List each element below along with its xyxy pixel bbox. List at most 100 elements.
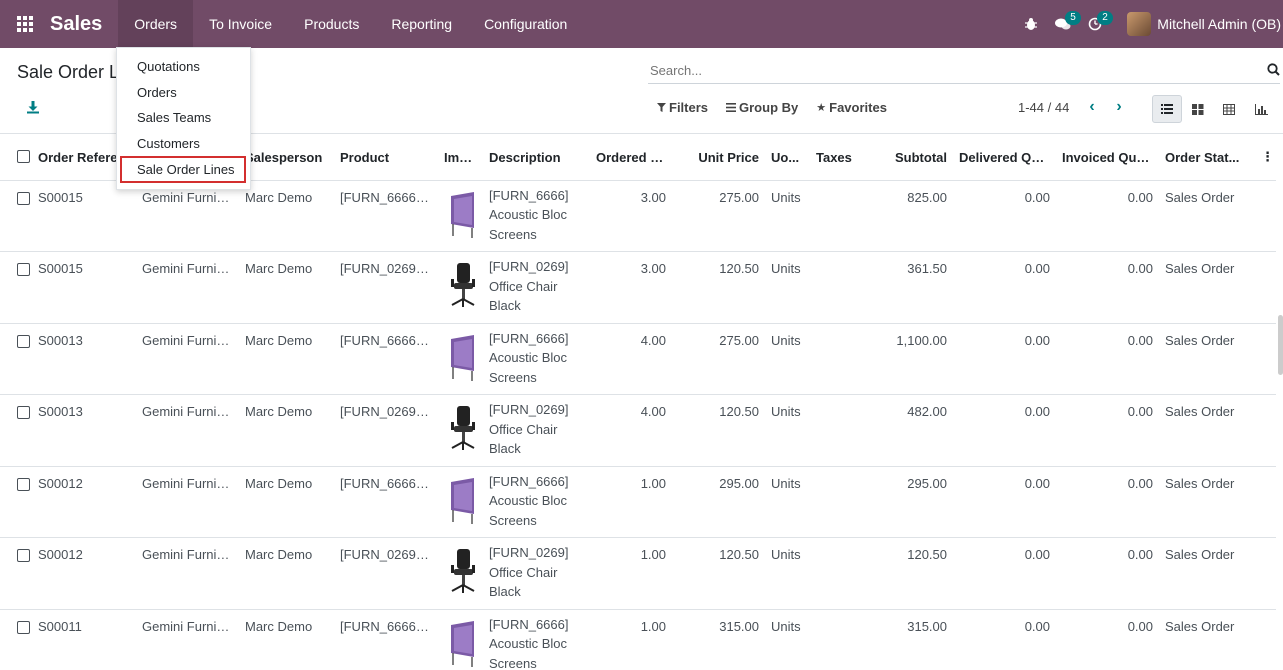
- cell-delivered-qty[interactable]: 0.00: [953, 466, 1056, 538]
- cell-delivered-qty[interactable]: 0.00: [953, 180, 1056, 252]
- cell-order-reference[interactable]: S00011: [32, 609, 136, 670]
- kanban-view-icon[interactable]: [1183, 95, 1213, 123]
- cell-order-status[interactable]: Sales Order: [1159, 537, 1259, 610]
- cell-order-status[interactable]: Sales Order: [1159, 323, 1259, 395]
- cell-order-reference[interactable]: S00012: [32, 537, 136, 610]
- menu-item-sale-order-lines[interactable]: Sale Order Lines: [120, 156, 246, 183]
- cell-uom[interactable]: Units: [765, 323, 810, 395]
- cell-unit-price[interactable]: 120.50: [672, 394, 765, 467]
- table-row[interactable]: S00013 Gemini Furnitu... Marc Demo [FURN_66…: [0, 323, 1276, 395]
- menu-item-sales-teams[interactable]: Sales Teams: [117, 105, 250, 131]
- cell-order-status[interactable]: Sales Order: [1159, 251, 1259, 324]
- cell-subtotal[interactable]: 361.50: [859, 251, 953, 324]
- table-row[interactable]: S00013 Gemini Furnitu... Marc Demo [FURN_02…: [0, 394, 1276, 467]
- list-view-icon[interactable]: [1152, 95, 1182, 123]
- cell-taxes[interactable]: [810, 394, 859, 467]
- cell-unit-price[interactable]: 315.00: [672, 609, 765, 670]
- col-delivered-qty[interactable]: Delivered Qu...: [953, 135, 1056, 181]
- favorites-button[interactable]: ★ Favorites: [816, 100, 887, 115]
- cell-uom[interactable]: Units: [765, 251, 810, 324]
- cell-invoiced-qty[interactable]: 0.00: [1056, 323, 1159, 395]
- cell-salesperson[interactable]: Marc Demo: [239, 537, 334, 610]
- app-menu-icon[interactable]: [0, 0, 50, 48]
- row-checkbox[interactable]: [0, 466, 32, 538]
- col-image[interactable]: Image: [438, 135, 483, 181]
- pager-previous-icon[interactable]: ‹: [1084, 98, 1100, 116]
- optional-columns-icon[interactable]: ⋮: [1259, 135, 1276, 181]
- group-by-button[interactable]: Group By: [726, 100, 798, 115]
- cell-delivered-qty[interactable]: 0.00: [953, 609, 1056, 670]
- cell-customer[interactable]: Gemini Furnitu...: [136, 537, 239, 610]
- pager-next-icon[interactable]: ›: [1111, 98, 1127, 116]
- cell-subtotal[interactable]: 482.00: [859, 394, 953, 467]
- col-description[interactable]: Description: [483, 135, 590, 181]
- cell-uom[interactable]: Units: [765, 609, 810, 670]
- menu-to-invoice[interactable]: To Invoice: [193, 0, 288, 48]
- cell-description[interactable]: [FURN_0269] Office Chair Black: [483, 394, 590, 467]
- select-all-checkbox[interactable]: [0, 135, 32, 181]
- cell-invoiced-qty[interactable]: 0.00: [1056, 466, 1159, 538]
- cell-delivered-qty[interactable]: 0.00: [953, 323, 1056, 395]
- cell-description[interactable]: [FURN_6666] Acoustic Bloc Screens: [483, 323, 590, 395]
- cell-taxes[interactable]: [810, 537, 859, 610]
- row-checkbox[interactable]: [0, 394, 32, 467]
- cell-order-status[interactable]: Sales Order: [1159, 180, 1259, 252]
- cell-ordered-qty[interactable]: 1.00: [590, 537, 672, 610]
- menu-configuration[interactable]: Configuration: [468, 0, 583, 48]
- cell-unit-price[interactable]: 295.00: [672, 466, 765, 538]
- cell-order-reference[interactable]: S00015: [32, 251, 136, 324]
- download-icon[interactable]: [26, 100, 40, 114]
- col-salesperson[interactable]: Salesperson: [239, 135, 334, 181]
- menu-item-quotations[interactable]: Quotations: [117, 54, 250, 80]
- col-uom[interactable]: Uo...: [765, 135, 810, 181]
- cell-delivered-qty[interactable]: 0.00: [953, 251, 1056, 324]
- cell-subtotal[interactable]: 1,100.00: [859, 323, 953, 395]
- menu-products[interactable]: Products: [288, 0, 375, 48]
- table-row[interactable]: S00012 Gemini Furnitu... Marc Demo [FURN_02…: [0, 537, 1276, 610]
- cell-customer[interactable]: Gemini Furnitu...: [136, 466, 239, 538]
- activities-clock-icon[interactable]: 2: [1079, 0, 1113, 48]
- cell-uom[interactable]: Units: [765, 180, 810, 252]
- cell-subtotal[interactable]: 825.00: [859, 180, 953, 252]
- cell-invoiced-qty[interactable]: 0.00: [1056, 537, 1159, 610]
- cell-uom[interactable]: Units: [765, 394, 810, 467]
- cell-customer[interactable]: Gemini Furnitu...: [136, 323, 239, 395]
- col-unit-price[interactable]: Unit Price: [672, 135, 765, 181]
- row-checkbox[interactable]: [0, 323, 32, 395]
- app-brand[interactable]: Sales: [50, 13, 102, 36]
- filters-button[interactable]: Filters: [657, 100, 708, 115]
- cell-taxes[interactable]: [810, 466, 859, 538]
- cell-invoiced-qty[interactable]: 0.00: [1056, 609, 1159, 670]
- col-taxes[interactable]: Taxes: [810, 135, 859, 181]
- vertical-scrollbar[interactable]: [1278, 315, 1283, 375]
- cell-customer[interactable]: Gemini Furnitu...: [136, 251, 239, 324]
- cell-ordered-qty[interactable]: 1.00: [590, 609, 672, 670]
- cell-delivered-qty[interactable]: 0.00: [953, 394, 1056, 467]
- cell-delivered-qty[interactable]: 0.00: [953, 537, 1056, 610]
- cell-description[interactable]: [FURN_0269] Office Chair Black: [483, 537, 590, 610]
- row-checkbox[interactable]: [0, 180, 32, 252]
- cell-invoiced-qty[interactable]: 0.00: [1056, 251, 1159, 324]
- cell-product[interactable]: [FURN_0269] ...: [334, 537, 438, 610]
- cell-ordered-qty[interactable]: 3.00: [590, 180, 672, 252]
- debug-bug-icon[interactable]: [1015, 0, 1047, 48]
- cell-customer[interactable]: Gemini Furnitu...: [136, 609, 239, 670]
- cell-ordered-qty[interactable]: 1.00: [590, 466, 672, 538]
- cell-order-reference[interactable]: S00013: [32, 394, 136, 467]
- menu-item-customers[interactable]: Customers: [117, 131, 250, 157]
- cell-description[interactable]: [FURN_6666] Acoustic Bloc Screens: [483, 180, 590, 252]
- cell-product[interactable]: [FURN_6666] ...: [334, 180, 438, 252]
- cell-invoiced-qty[interactable]: 0.00: [1056, 394, 1159, 467]
- cell-salesperson[interactable]: Marc Demo: [239, 251, 334, 324]
- col-product[interactable]: Product: [334, 135, 438, 181]
- row-checkbox[interactable]: [0, 609, 32, 670]
- cell-unit-price[interactable]: 275.00: [672, 323, 765, 395]
- cell-order-status[interactable]: Sales Order: [1159, 394, 1259, 467]
- cell-uom[interactable]: Units: [765, 466, 810, 538]
- cell-salesperson[interactable]: Marc Demo: [239, 394, 334, 467]
- search-input[interactable]: [648, 58, 1248, 82]
- cell-ordered-qty[interactable]: 4.00: [590, 323, 672, 395]
- cell-order-reference[interactable]: S00015: [32, 180, 136, 252]
- cell-salesperson[interactable]: Marc Demo: [239, 609, 334, 670]
- pager-value[interactable]: 1-44 / 44: [1018, 100, 1069, 115]
